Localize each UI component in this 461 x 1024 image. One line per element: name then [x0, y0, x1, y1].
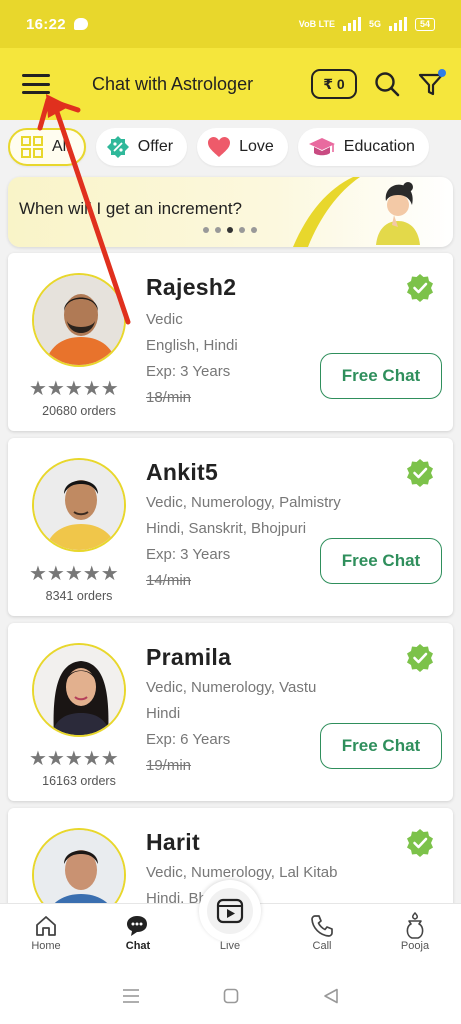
- verified-badge-icon: [407, 644, 433, 672]
- page-title: Chat with Astrologer: [92, 73, 254, 94]
- carousel-dot: [215, 227, 221, 233]
- filter-chip-offer[interactable]: Offer: [95, 128, 188, 166]
- home-icon: [36, 916, 56, 936]
- filter-chip-label: All: [52, 138, 70, 155]
- carousel-dot: [203, 227, 209, 233]
- filter-chip-label: Offer: [137, 138, 174, 155]
- astrologer-photo: [34, 645, 124, 735]
- menu-icon[interactable]: [22, 74, 50, 94]
- filter-chip-label: Education: [343, 138, 415, 155]
- live-button[interactable]: [199, 880, 261, 942]
- live-button-inner: [207, 888, 253, 934]
- thinking-woman-illustration: [376, 182, 420, 245]
- astrologer-name: Pramila: [146, 644, 232, 670]
- phone-icon: [311, 915, 333, 937]
- live-play-icon: [216, 898, 244, 924]
- astrologer-skills: Vedic, Numerology, Lal Kitab: [146, 864, 338, 881]
- astrologer-languages: English, Hindi: [146, 337, 238, 354]
- battery-icon: 54: [414, 17, 435, 31]
- app-header: Chat with Astrologer ₹ 0: [0, 48, 461, 120]
- nav-label: Home: [31, 940, 61, 952]
- astrologer-skills: Vedic, Numerology, Vastu: [146, 679, 317, 696]
- rating-stars: ★★★★★: [29, 748, 119, 770]
- carousel-dot-active: [227, 227, 233, 233]
- astrologer-photo: [34, 460, 124, 550]
- free-chat-button[interactable]: Free Chat: [320, 538, 442, 584]
- astrologer-card[interactable]: ★★★★★ 16163 orders Pramila Vedic, Numero…: [8, 623, 453, 801]
- astrologer-skills: Vedic: [146, 311, 183, 328]
- kalash-icon: [406, 912, 424, 939]
- astrologer-experience: Exp: 3 Years: [146, 363, 231, 380]
- orders-count: 20680 orders: [42, 404, 116, 418]
- avatar: [32, 273, 126, 367]
- status-indicators: VoB LTE 5G 54: [299, 17, 435, 31]
- system-navigation-bar: [0, 967, 461, 1024]
- rating-stars: ★★★★★: [29, 378, 119, 400]
- nav-label: Call: [312, 940, 332, 952]
- free-chat-button[interactable]: Free Chat: [320, 723, 442, 769]
- back-icon[interactable]: [323, 988, 339, 1004]
- avatar: [32, 643, 126, 737]
- recent-apps-icon[interactable]: [122, 988, 140, 1004]
- filter-button[interactable]: [417, 69, 446, 98]
- nav-home[interactable]: Home: [11, 912, 81, 952]
- orders-count: 8341 orders: [45, 589, 113, 603]
- filter-chip-label: Love: [239, 138, 274, 155]
- astrologer-card[interactable]: ★★★★★ 8341 orders Ankit5 Vedic, Numerolo…: [8, 438, 453, 616]
- astrologer-price: 19/min: [146, 757, 192, 774]
- astrologer-languages: Hindi, Sanskrit, Bhojpuri: [146, 520, 307, 537]
- signal2-icon: [388, 17, 407, 31]
- avatar: [32, 458, 126, 552]
- banner-question: When will I get an increment?: [19, 199, 242, 218]
- category-filter-bar: All Offer Love Education: [8, 128, 461, 170]
- filter-chip-education[interactable]: Education: [297, 128, 429, 166]
- nav-label: Pooja: [400, 940, 430, 952]
- message-notification-icon: [73, 18, 88, 30]
- graduation-cap-icon: [308, 138, 335, 156]
- heart-icon: [208, 137, 231, 157]
- nav-chat[interactable]: Chat: [103, 912, 173, 952]
- verified-badge-icon: [407, 459, 433, 487]
- astrologer-languages: Hindi: [146, 705, 181, 722]
- grid-icon: [21, 136, 43, 158]
- astrologer-price: 14/min: [146, 572, 192, 589]
- status-bar: 16:22 VoB LTE 5G 54: [0, 0, 461, 48]
- free-chat-button[interactable]: Free Chat: [320, 353, 442, 399]
- astrologer-name: Ankit5: [146, 459, 219, 485]
- carousel-dot: [239, 227, 245, 233]
- nav-pooja[interactable]: Pooja: [380, 912, 450, 952]
- astrologer-name: Rajesh2: [146, 274, 237, 300]
- filter-chip-all[interactable]: All: [8, 128, 86, 166]
- verified-badge-icon: [407, 829, 433, 857]
- astrologer-experience: Exp: 3 Years: [146, 546, 231, 563]
- astrologer-skills: Vedic, Numerology, Palmistry: [146, 494, 341, 511]
- search-icon[interactable]: [373, 70, 401, 98]
- filter-chip-love[interactable]: Love: [197, 128, 288, 166]
- nav-call[interactable]: Call: [287, 912, 357, 952]
- promo-banner[interactable]: When will I get an increment?: [8, 177, 453, 247]
- network2-label: 5G: [368, 19, 381, 29]
- network-label: VoB LTE: [298, 19, 335, 29]
- nav-label: Chat: [125, 940, 151, 952]
- status-time: 16:22: [26, 15, 66, 33]
- signal-icon: [342, 17, 361, 31]
- home-system-icon[interactable]: [223, 988, 239, 1004]
- astrologer-name: Harit: [146, 829, 200, 855]
- astrologer-photo: [34, 275, 124, 365]
- wallet-button[interactable]: ₹ 0: [311, 69, 357, 99]
- astrologer-experience: Exp: 6 Years: [146, 731, 231, 748]
- carousel-indicator: [203, 227, 257, 233]
- carousel-dot: [251, 227, 257, 233]
- chat-icon: [127, 916, 147, 936]
- astrologer-price: 18/min: [146, 389, 192, 406]
- verified-badge-icon: [407, 274, 433, 302]
- rating-stars: ★★★★★: [29, 563, 119, 585]
- astrologer-card[interactable]: ★★★★★ 20680 orders Rajesh2 Vedic English…: [8, 253, 453, 431]
- discount-icon: [106, 136, 129, 158]
- orders-count: 16163 orders: [42, 774, 116, 788]
- filter-badge: [438, 69, 446, 77]
